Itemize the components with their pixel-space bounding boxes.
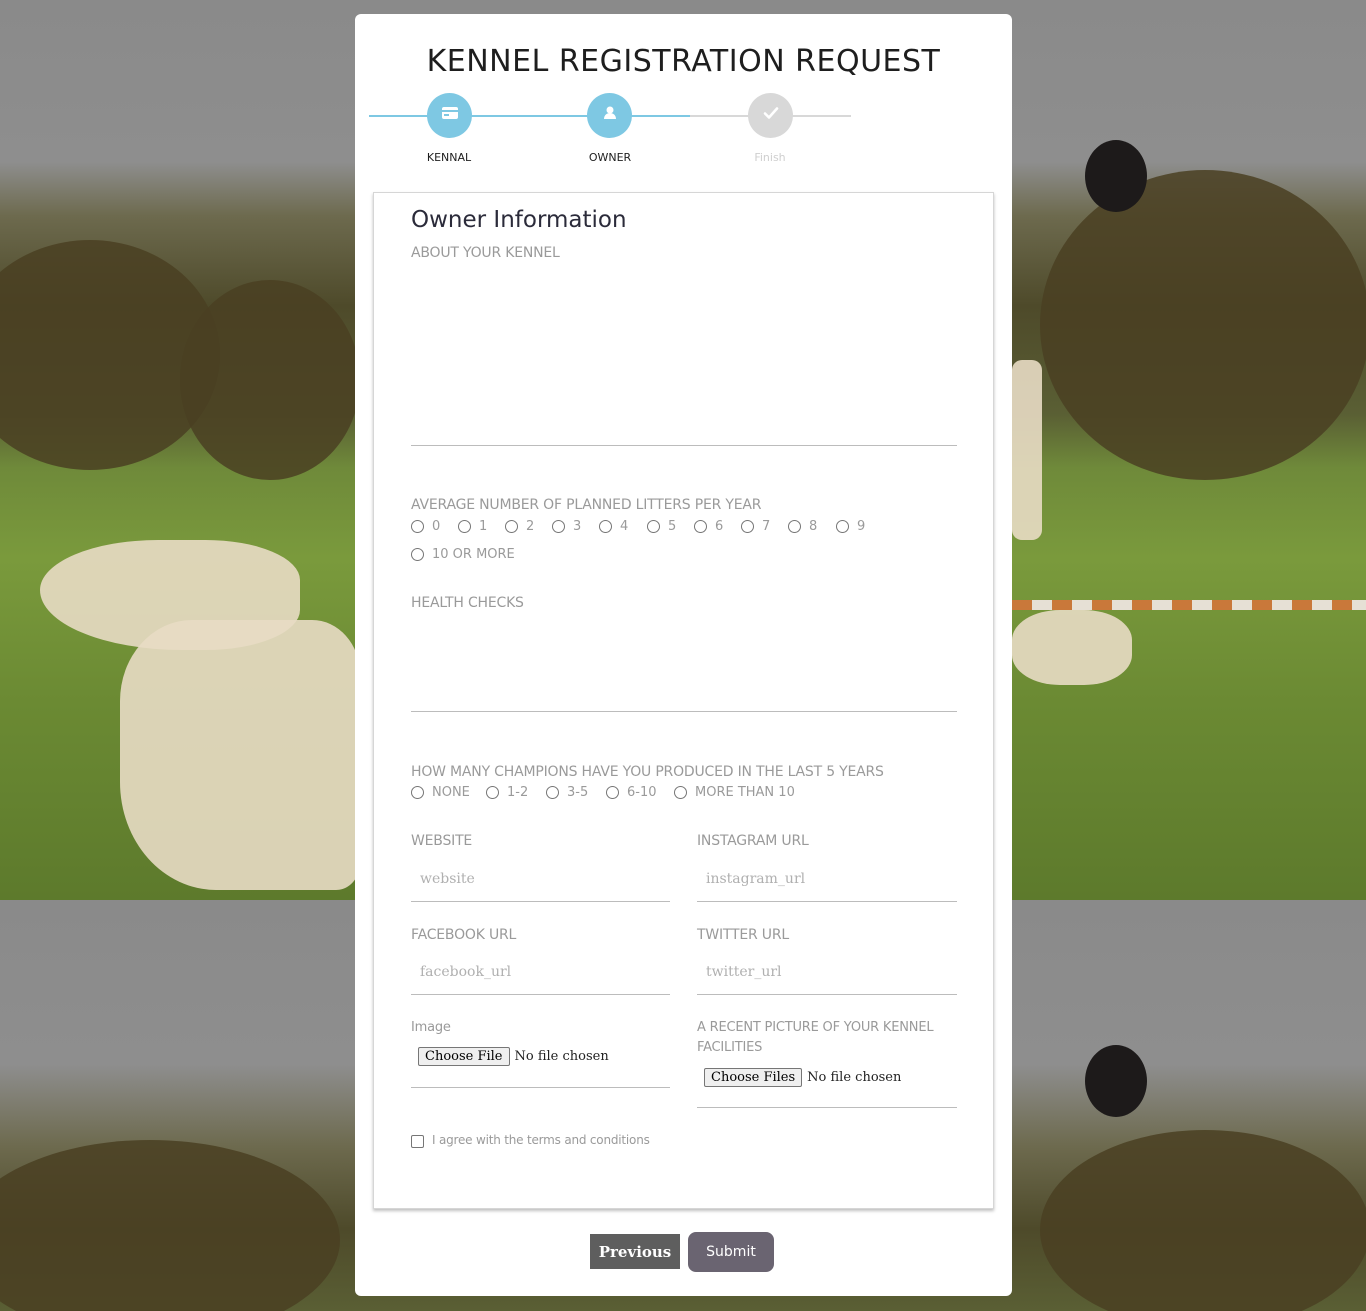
- about-kennel-label: ABOUT YOUR KENNEL: [411, 245, 560, 261]
- submit-button[interactable]: Submit: [688, 1232, 774, 1272]
- field-tape: [1012, 600, 1366, 610]
- litters-option[interactable]: 5: [647, 519, 694, 534]
- about-kennel-textarea[interactable]: [411, 265, 960, 447]
- litters-option[interactable]: 10 OR MORE: [411, 547, 515, 562]
- registration-card: KENNEL REGISTRATION REQUEST KENNAL OWNER…: [355, 14, 1012, 1296]
- choose-files-button[interactable]: Choose Files: [704, 1068, 803, 1087]
- radio-button[interactable]: [411, 520, 424, 533]
- previous-button[interactable]: Previous: [590, 1234, 680, 1269]
- section-title: Owner Information: [411, 207, 627, 233]
- credit-card-icon: [441, 104, 459, 127]
- step-label-owner: OWNER: [588, 151, 632, 164]
- litters-option[interactable]: 3: [552, 519, 599, 534]
- radio-button[interactable]: [546, 786, 559, 799]
- ball-shape: [1085, 1045, 1147, 1117]
- facilities-label-line1: A RECENT PICTURE OF YOUR KENNEL: [697, 1020, 934, 1035]
- champions-option[interactable]: 3-5: [546, 785, 606, 800]
- facilities-underline: [697, 1107, 957, 1108]
- step-finish[interactable]: [748, 93, 793, 138]
- twitter-label: TWITTER URL: [697, 927, 789, 943]
- dog-paw-shape: [1012, 610, 1132, 685]
- radio-button[interactable]: [741, 520, 754, 533]
- litters-option[interactable]: 2: [505, 519, 552, 534]
- radio-button[interactable]: [599, 520, 612, 533]
- radio-button[interactable]: [674, 786, 687, 799]
- step-kennal[interactable]: [427, 93, 472, 138]
- radio-button[interactable]: [694, 520, 707, 533]
- radio-button[interactable]: [788, 520, 801, 533]
- litters-radio-group-row2: 10 OR MORE: [411, 547, 515, 562]
- radio-button[interactable]: [458, 520, 471, 533]
- radio-button[interactable]: [411, 786, 424, 799]
- radio-button[interactable]: [552, 520, 565, 533]
- facebook-label: FACEBOOK URL: [411, 927, 517, 943]
- about-kennel-underline: [411, 445, 957, 446]
- champions-label: HOW MANY CHAMPIONS HAVE YOU PRODUCED IN …: [411, 764, 884, 780]
- facebook-underline: [411, 994, 670, 995]
- image-file-input[interactable]: Choose File No file chosen: [418, 1047, 609, 1066]
- litters-option[interactable]: 4: [599, 519, 647, 534]
- tree-shape: [180, 280, 360, 480]
- litters-option[interactable]: 8: [788, 519, 836, 534]
- website-underline: [411, 901, 670, 902]
- instagram-label: INSTAGRAM URL: [697, 833, 809, 849]
- dog-body-shape: [120, 620, 360, 890]
- champions-option[interactable]: MORE THAN 10: [674, 785, 795, 800]
- facebook-input[interactable]: [418, 955, 672, 989]
- image-file-status: No file chosen: [514, 1049, 609, 1064]
- health-checks-textarea[interactable]: [411, 615, 960, 713]
- radio-button[interactable]: [486, 786, 499, 799]
- instagram-input[interactable]: [704, 862, 958, 896]
- champions-radio-group: NONE 1-2 3-5 6-10 MORE THAN 10: [411, 785, 795, 800]
- facilities-file-status: No file chosen: [807, 1070, 902, 1085]
- terms-checkbox[interactable]: [411, 1135, 424, 1148]
- owner-form-panel: Owner Information ABOUT YOUR KENNEL AVER…: [373, 192, 994, 1209]
- step-label-finish: Finish: [754, 151, 786, 164]
- page-title: KENNEL REGISTRATION REQUEST: [426, 44, 941, 79]
- litters-option[interactable]: 7: [741, 519, 788, 534]
- twitter-underline: [697, 994, 957, 995]
- radio-button[interactable]: [647, 520, 660, 533]
- tree-shape: [1040, 170, 1366, 480]
- litters-option[interactable]: 1: [458, 519, 505, 534]
- radio-button[interactable]: [606, 786, 619, 799]
- radio-button[interactable]: [505, 520, 518, 533]
- radio-button[interactable]: [836, 520, 849, 533]
- dog-leg-shape: [1012, 360, 1042, 540]
- champions-option[interactable]: 6-10: [606, 785, 674, 800]
- image-underline: [411, 1087, 670, 1088]
- check-icon: [762, 104, 780, 127]
- choose-file-button[interactable]: Choose File: [418, 1047, 510, 1066]
- ball-shape: [1085, 140, 1147, 212]
- twitter-input[interactable]: [704, 955, 958, 989]
- facilities-file-input[interactable]: Choose Files No file chosen: [704, 1068, 901, 1087]
- litters-option[interactable]: 0: [411, 519, 458, 534]
- progress-line-complete: [369, 115, 690, 117]
- terms-label: I agree with the terms and conditions: [432, 1133, 650, 1147]
- health-checks-label: HEALTH CHECKS: [411, 595, 524, 611]
- website-label: WEBSITE: [411, 833, 473, 849]
- litters-option[interactable]: 6: [694, 519, 741, 534]
- champions-option[interactable]: 1-2: [486, 785, 546, 800]
- image-label: Image: [411, 1020, 451, 1035]
- litters-option[interactable]: 9: [836, 519, 883, 534]
- user-icon: [601, 104, 619, 127]
- website-input[interactable]: [418, 862, 672, 896]
- step-label-kennal: KENNAL: [426, 151, 472, 164]
- health-checks-underline: [411, 711, 957, 712]
- instagram-underline: [697, 901, 957, 902]
- litters-label: AVERAGE NUMBER OF PLANNED LITTERS PER YE…: [411, 497, 762, 513]
- step-owner[interactable]: [587, 93, 632, 138]
- litters-radio-group: 0 1 2 3 4 5 6 7 8 9: [411, 519, 883, 534]
- champions-option[interactable]: NONE: [411, 785, 486, 800]
- radio-button[interactable]: [411, 548, 424, 561]
- facilities-label-line2: FACILITIES: [697, 1040, 763, 1055]
